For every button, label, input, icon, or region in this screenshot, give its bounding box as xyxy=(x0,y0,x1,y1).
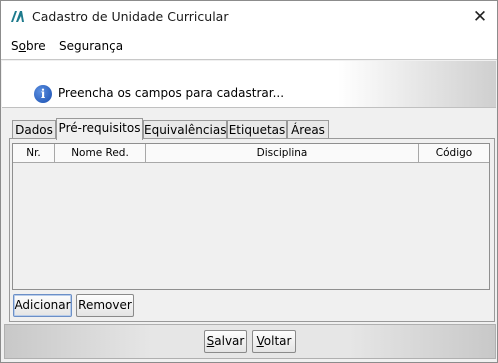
info-message: Preencha os campos para cadastrar... xyxy=(58,86,285,100)
tab-areas-label: Áreas xyxy=(291,123,325,137)
tab-pre-requisitos[interactable]: Pré-requisitos xyxy=(56,118,143,140)
column-header-nr[interactable]: Nr. xyxy=(13,144,55,163)
back-label: oltar xyxy=(263,334,292,348)
tab-etiquetas-label: Etiquetas xyxy=(228,123,286,137)
menu-seguranca[interactable]: Segurança xyxy=(59,39,123,53)
tab-pre-requisitos-label: Pré-requisitos xyxy=(58,121,141,135)
title-bar[interactable]: Cadastro de Unidade Curricular ✕ xyxy=(1,1,497,32)
dialog-window: Cadastro de Unidade Curricular ✕ Sobre S… xyxy=(0,0,498,363)
info-icon: i xyxy=(34,85,52,103)
tab-etiquetas[interactable]: Etiquetas xyxy=(227,120,287,139)
tab-equivalencias-label: Equivalências xyxy=(144,123,227,137)
menu-sobre-prefix: S xyxy=(11,39,19,53)
app-logo-icon xyxy=(11,11,24,22)
menu-sobre[interactable]: Sobre xyxy=(11,39,46,53)
save-button[interactable]: Salvar xyxy=(204,330,247,353)
info-banner xyxy=(2,61,496,108)
tab-equivalencias[interactable]: Equivalências xyxy=(143,120,227,139)
close-icon: ✕ xyxy=(472,6,488,27)
footer-bar: Salvar Voltar xyxy=(4,324,496,359)
column-header-codigo[interactable]: Código xyxy=(419,144,489,163)
prerequisites-table[interactable]: Nr. Nome Red. Disciplina Código xyxy=(12,143,490,290)
tab-dados[interactable]: Dados xyxy=(12,120,56,139)
tab-panel-pre-requisitos: Nr. Nome Red. Disciplina Código Adiciona… xyxy=(9,138,495,322)
close-button[interactable]: ✕ xyxy=(463,1,497,32)
menu-sobre-suffix: bre xyxy=(25,39,46,53)
back-button[interactable]: Voltar xyxy=(252,330,296,353)
window-title: Cadastro de Unidade Curricular xyxy=(32,9,229,24)
column-header-nome-red[interactable]: Nome Red. xyxy=(55,144,146,163)
tab-areas[interactable]: Áreas xyxy=(287,120,329,139)
remove-button[interactable]: Remover xyxy=(76,294,134,317)
menu-sobre-mnemonic: o xyxy=(18,39,26,53)
menu-bar: Sobre Segurança xyxy=(1,32,497,59)
menu-seguranca-label: Segurança xyxy=(59,39,124,53)
column-header-disciplina[interactable]: Disciplina xyxy=(146,144,419,163)
back-mnemonic: V xyxy=(256,334,264,348)
add-button[interactable]: Adicionar xyxy=(13,294,72,317)
tab-dados-label: Dados xyxy=(15,123,53,137)
save-label: alvar xyxy=(214,334,245,348)
menu-separator xyxy=(1,59,497,60)
